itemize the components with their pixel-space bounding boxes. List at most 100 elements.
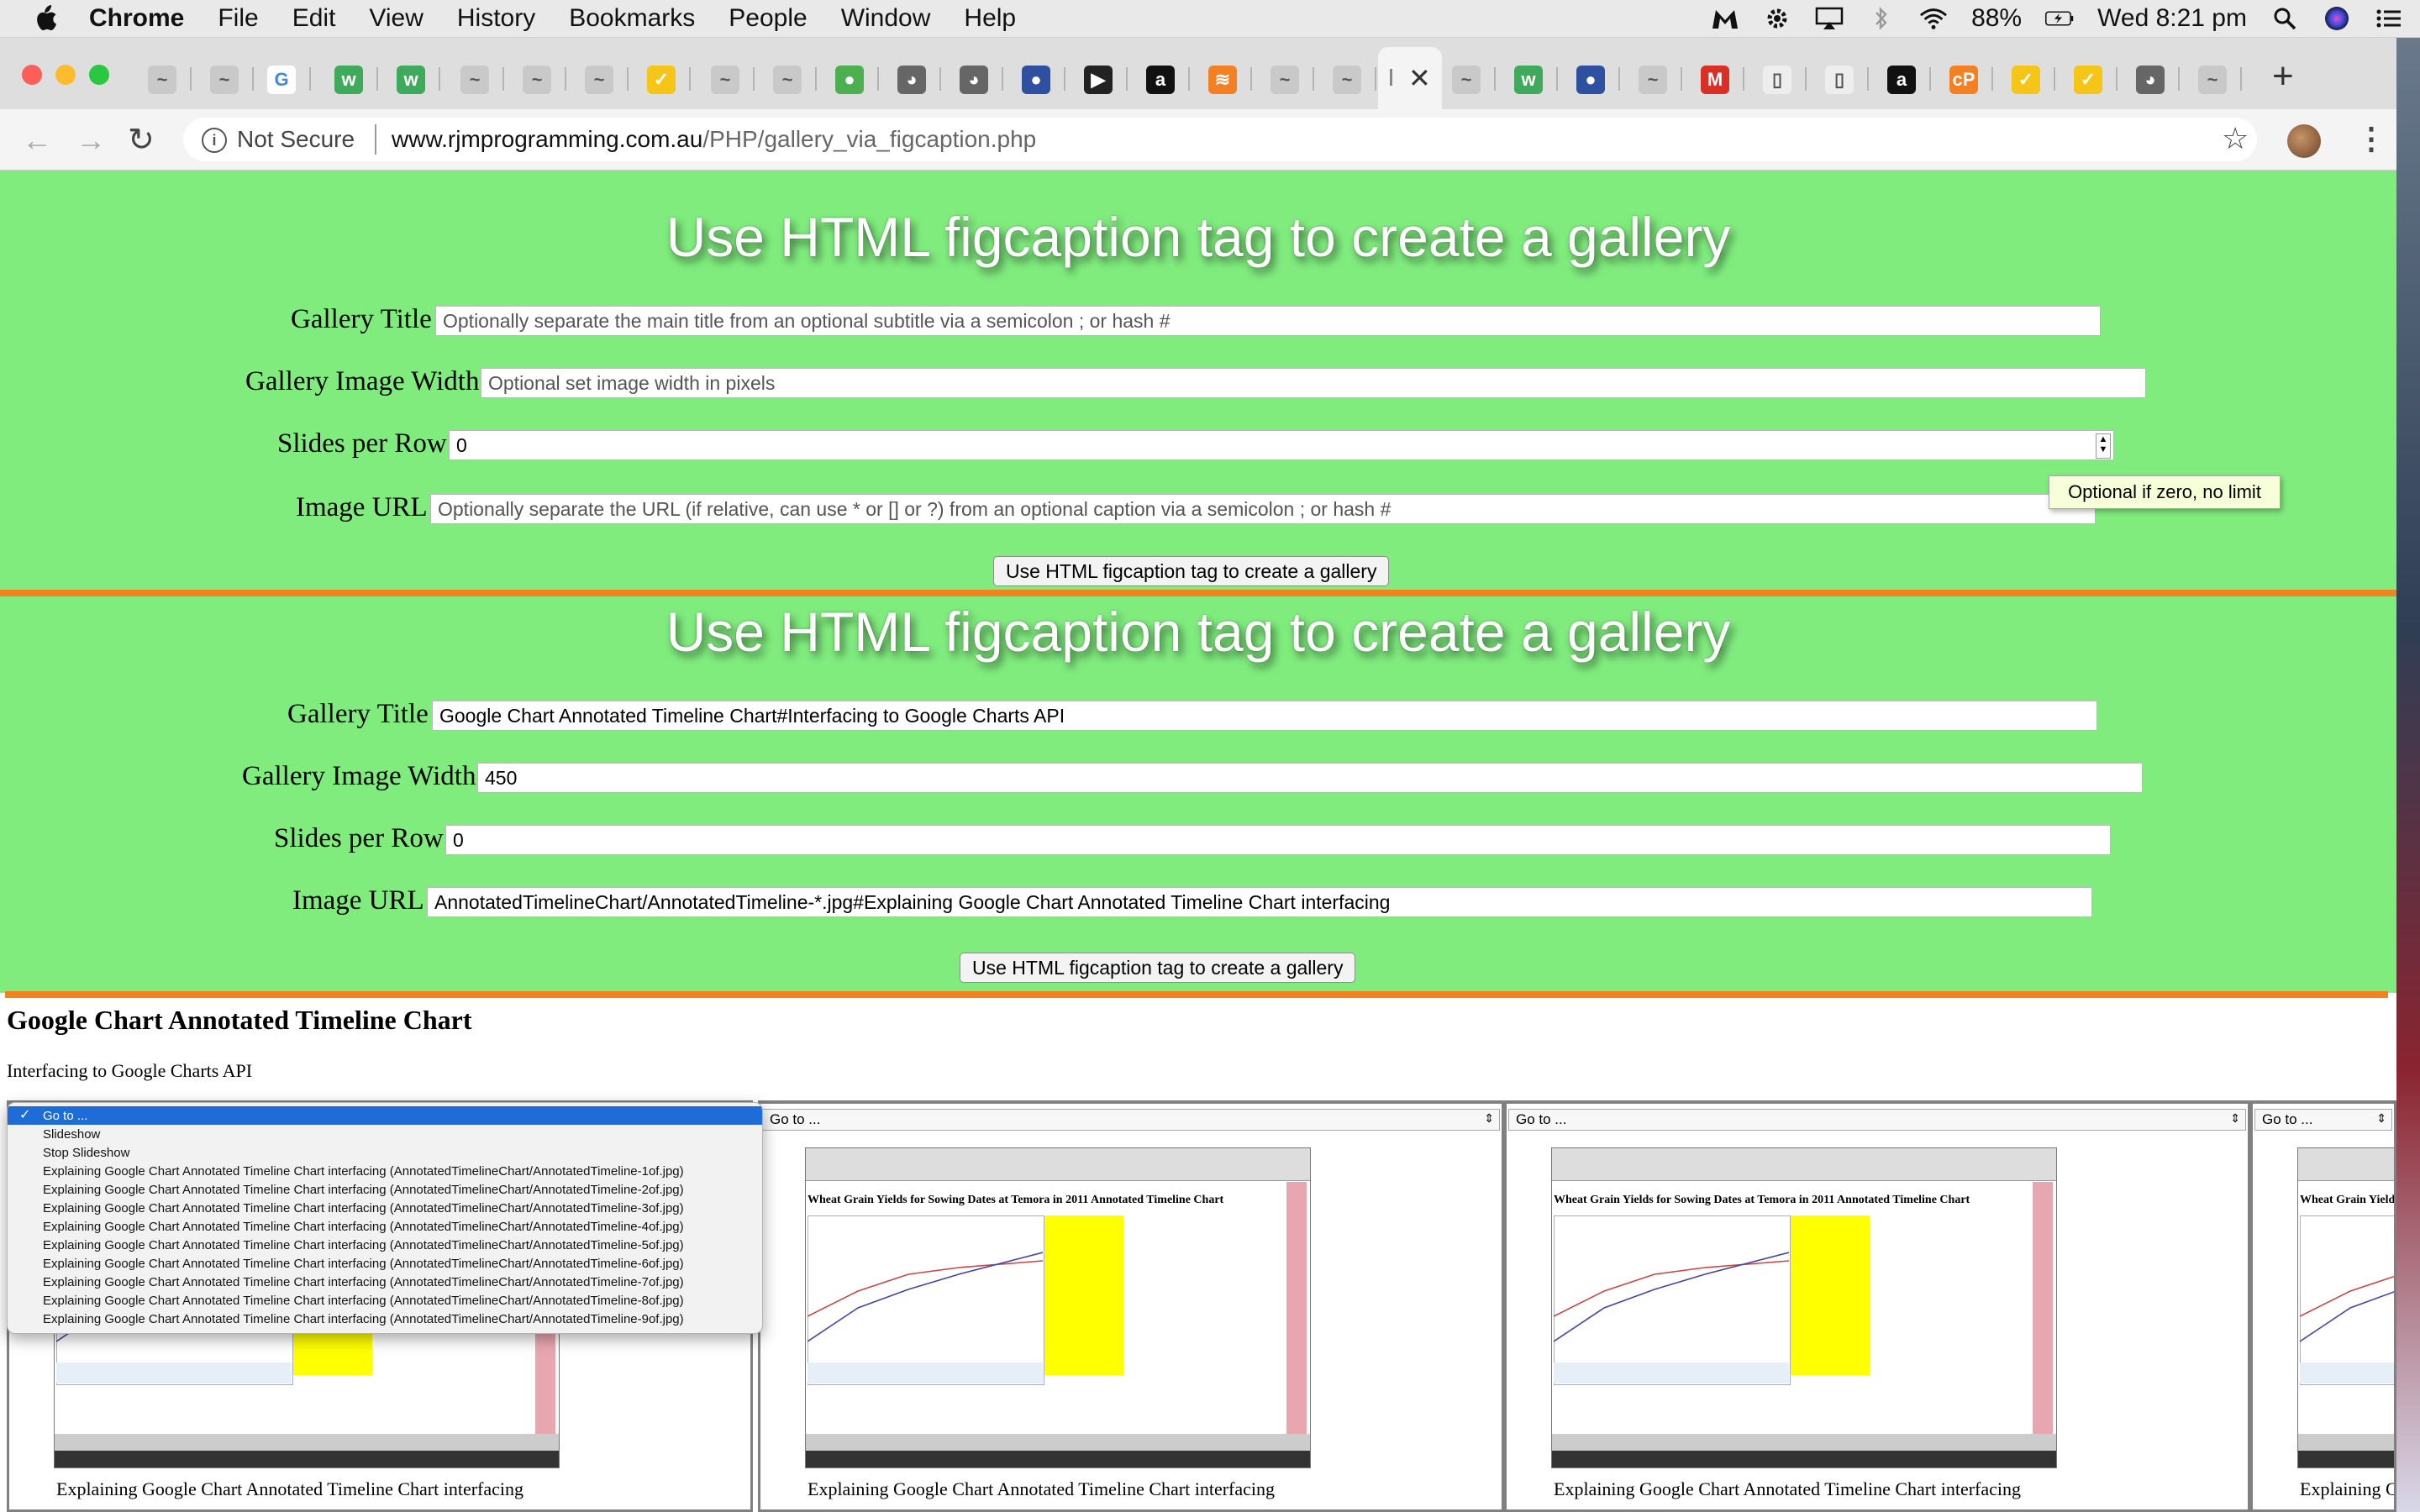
goto-select[interactable]: Go to ... ⇕ [762, 1109, 1500, 1131]
security-label[interactable]: Not Secure [237, 126, 355, 153]
tab-favicon-icon[interactable]: G [267, 66, 296, 94]
tab-favicon-icon[interactable]: w [334, 66, 363, 94]
tab-favicon-icon[interactable]: ▯ [1763, 66, 1791, 94]
dropdown-option[interactable]: Slideshow [8, 1125, 762, 1143]
wifi-icon[interactable] [1919, 6, 1948, 31]
menu-file[interactable]: File [218, 4, 258, 33]
tab-favicon-icon[interactable]: ~ [1270, 66, 1299, 94]
tab-favicon-icon[interactable]: ● [1576, 66, 1605, 94]
back-arrow-icon[interactable]: ← [22, 123, 52, 158]
gear-badge-icon[interactable] [1763, 6, 1791, 31]
menu-history[interactable]: History [457, 4, 535, 33]
goto-select[interactable]: Go to ... ⇕ [2254, 1109, 2392, 1131]
tab-favicon-icon[interactable]: a [1887, 66, 1916, 94]
tab-favicon-icon[interactable]: ≋ [1208, 66, 1237, 94]
dropdown-option[interactable]: Explaining Google Chart Annotated Timeli… [8, 1291, 762, 1310]
dropdown-option[interactable]: Explaining Google Chart Annotated Timeli… [8, 1180, 762, 1199]
tab-favicon-icon[interactable]: ~ [711, 66, 739, 94]
gallery-thumbnail-image[interactable]: Wheat Grain Yields for Sowing Dates at T… [1551, 1147, 2057, 1468]
info-icon[interactable]: i [202, 128, 227, 153]
form2-image-url-input[interactable] [427, 887, 2092, 917]
tab-favicon-icon[interactable]: ● [835, 66, 864, 94]
tab-favicon-icon[interactable]: ● [1022, 66, 1050, 94]
tab-favicon-icon[interactable]: ✓ [2012, 66, 2040, 94]
tab-favicon-icon[interactable]: ▯ [1825, 66, 1854, 94]
form2-gallery-title-input[interactable] [432, 701, 2097, 731]
goto-select[interactable]: Go to ... ⇕ [1508, 1109, 2246, 1131]
url-text[interactable]: www.rjmprogramming.com.au/PHP/gallery_vi… [392, 126, 1036, 153]
tab-favicon-icon[interactable]: ✓ [647, 66, 676, 94]
close-window-button[interactable] [22, 65, 42, 85]
tab-favicon-icon[interactable]: ~ [2198, 66, 2227, 94]
form1-image-width-input[interactable] [481, 368, 2146, 398]
dropdown-option[interactable]: Explaining Google Chart Annotated Timeli… [8, 1310, 762, 1328]
form1-submit-button[interactable]: Use HTML figcaption tag to create a gall… [993, 556, 1390, 586]
menu-people[interactable]: People [729, 4, 807, 33]
goto-dropdown-menu[interactable]: ✓ Go to ... Slideshow Stop Slideshow Explain… [7, 1102, 763, 1334]
tab-favicon-icon[interactable]: ~ [523, 66, 551, 94]
dropdown-option[interactable]: Explaining Google Chart Annotated Timeli… [8, 1162, 762, 1180]
tab-favicon-icon[interactable]: ~ [460, 66, 489, 94]
tab-favicon-icon[interactable]: ~ [148, 66, 176, 94]
form2-slides-per-row-input[interactable] [445, 825, 2111, 855]
siri-icon[interactable] [2323, 6, 2351, 31]
tab-favicon-icon[interactable]: ~ [1333, 66, 1361, 94]
apple-logo-icon[interactable] [34, 4, 59, 33]
tab-favicon-icon[interactable]: ~ [1452, 66, 1481, 94]
gallery-thumbnail-image[interactable]: Wheat Grain Yields for Sowing Dates at T… [805, 1147, 1311, 1468]
tab-favicon-icon[interactable]: w [397, 66, 425, 94]
tab-favicon-icon[interactable]: ~ [1639, 66, 1667, 94]
dropdown-option[interactable]: Explaining Google Chart Annotated Timeli… [8, 1217, 762, 1236]
tab-favicon-icon[interactable]: ◕ [897, 66, 926, 94]
dropdown-option[interactable]: Explaining Google Chart Annotated Timeli… [8, 1199, 762, 1217]
form1-slides-per-row-input[interactable] [449, 430, 2114, 460]
dropdown-option[interactable]: Explaining Google Chart Annotated Timeli… [8, 1254, 762, 1273]
malwarebytes-icon[interactable] [1711, 6, 1739, 31]
gallery-thumbnail-image[interactable]: Wheat Grain Yield [2297, 1147, 2394, 1468]
tab-favicon-icon[interactable]: ◕ [960, 66, 988, 94]
zoom-window-button[interactable] [89, 65, 109, 85]
tab-favicon-icon[interactable]: w [1514, 66, 1543, 94]
form1-image-url-input[interactable] [430, 494, 2096, 524]
search-icon[interactable] [2270, 6, 2299, 31]
menu-edit[interactable]: Edit [292, 4, 336, 33]
thumb-chart-lines [1554, 1252, 1789, 1383]
dropdown-option[interactable]: Explaining Google Chart Annotated Timeli… [8, 1273, 762, 1291]
airplay-icon[interactable] [1815, 6, 1844, 31]
tab-favicon-icon[interactable]: cP [1949, 66, 1978, 94]
tab-favicon-icon[interactable]: a [1146, 66, 1175, 94]
bluetooth-icon[interactable] [1867, 6, 1896, 31]
menu-help[interactable]: Help [964, 4, 1016, 33]
new-tab-plus-icon[interactable]: + [2272, 55, 2294, 97]
profile-avatar[interactable] [2287, 124, 2321, 158]
close-tab-icon[interactable]: ✕ [1408, 62, 1431, 94]
more-menu-icon[interactable]: ⋮ [2356, 121, 2386, 156]
menubar-clock[interactable]: Wed 8:21 pm [2097, 4, 2247, 33]
reload-icon[interactable]: ↻ [128, 121, 155, 159]
bookmark-star-icon[interactable]: ☆ [2222, 121, 2249, 156]
tab-favicon-icon[interactable]: ◕ [2136, 66, 2165, 94]
menu-app-name[interactable]: Chrome [89, 4, 184, 33]
tab-favicon-icon[interactable]: ~ [585, 66, 613, 94]
tab-favicon-icon[interactable]: ~ [210, 66, 239, 94]
menu-window[interactable]: Window [841, 4, 931, 33]
dropdown-option[interactable]: Explaining Google Chart Annotated Timeli… [8, 1236, 762, 1254]
menu-bookmarks[interactable]: Bookmarks [569, 4, 695, 33]
active-tab[interactable]: ✕ [1378, 47, 1442, 111]
battery-icon[interactable] [2045, 6, 2074, 31]
form1-gallery-title-input[interactable] [435, 306, 2101, 336]
dropdown-option-selected[interactable]: ✓ Go to ... [8, 1106, 762, 1125]
forward-arrow-icon[interactable]: → [76, 123, 106, 158]
tab-separator [1991, 67, 1993, 91]
menu-list-icon[interactable] [2375, 6, 2403, 31]
tab-favicon-icon[interactable]: ▶ [1084, 66, 1113, 94]
form1-number-spinner[interactable]: ▲ ▼ [2096, 433, 2111, 459]
form2-image-width-input[interactable] [477, 763, 2143, 793]
dropdown-option[interactable]: Stop Slideshow [8, 1143, 762, 1162]
menu-view[interactable]: View [369, 4, 423, 33]
minimize-window-button[interactable] [55, 65, 76, 85]
form2-submit-button[interactable]: Use HTML figcaption tag to create a gall… [960, 953, 1356, 983]
tab-favicon-icon[interactable]: ✓ [2074, 66, 2102, 94]
tab-favicon-icon[interactable]: M [1701, 66, 1729, 94]
tab-favicon-icon[interactable]: ~ [773, 66, 802, 94]
